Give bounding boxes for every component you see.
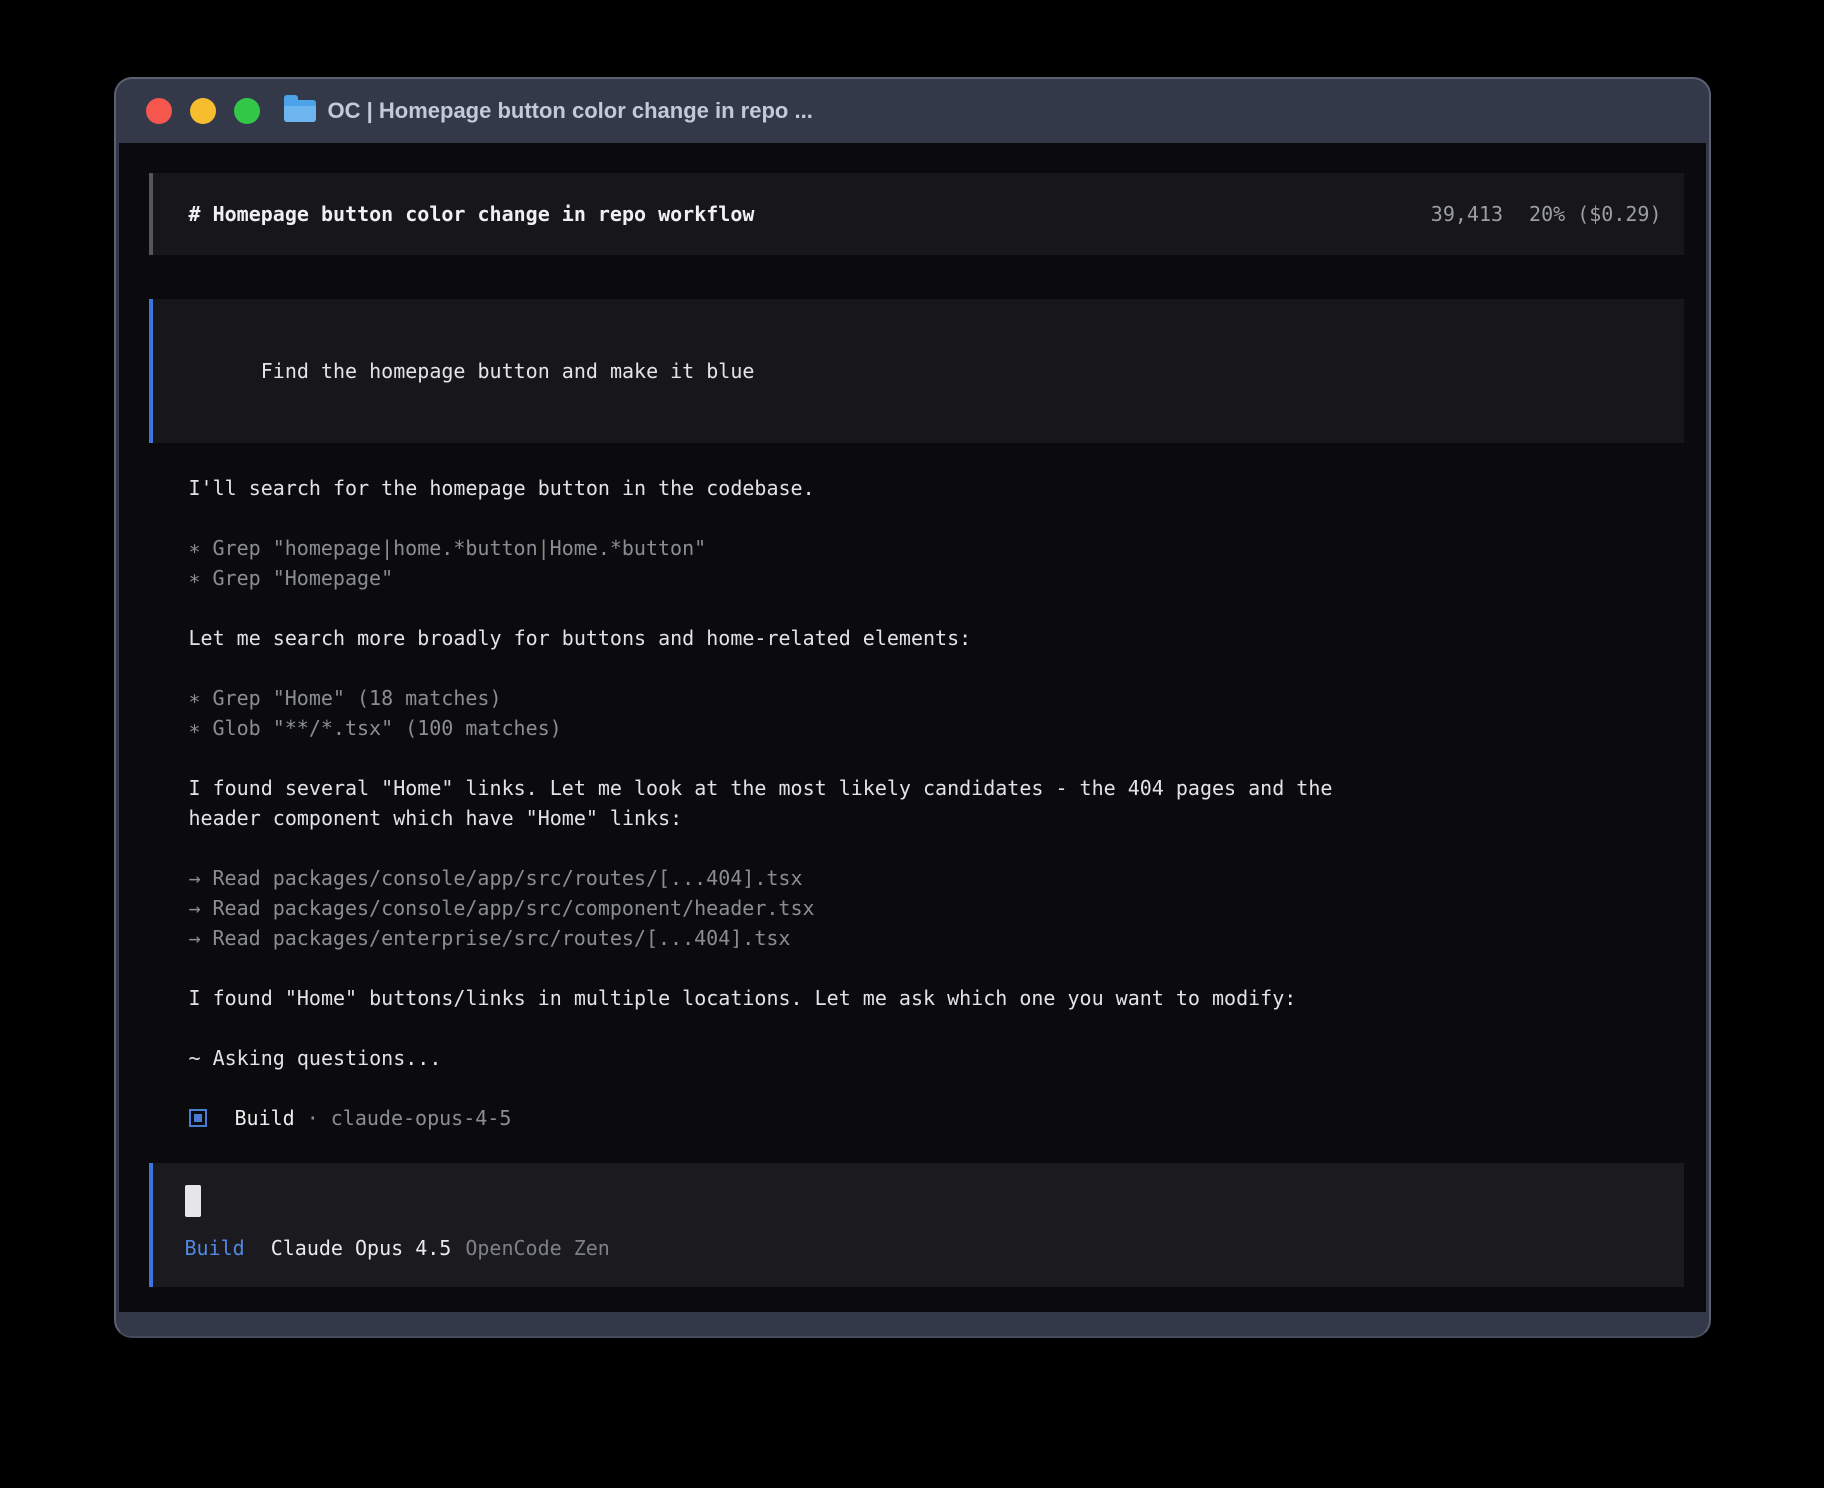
session-stats: 39,413 20% ($0.29) bbox=[1431, 199, 1662, 229]
tool-call-text: Read packages/console/app/src/routes/[..… bbox=[213, 866, 803, 890]
assistant-text-line: header component which have "Home" links… bbox=[189, 803, 1684, 833]
maximize-button[interactable] bbox=[234, 98, 260, 124]
assistant-paragraph: I found "Home" buttons/links in multiple… bbox=[189, 983, 1684, 1013]
minimize-button[interactable] bbox=[190, 98, 216, 124]
asterisk-icon: ∗ bbox=[189, 563, 213, 593]
asterisk-icon: ∗ bbox=[189, 533, 213, 563]
tool-call-text: Read packages/enterprise/src/routes/[...… bbox=[213, 926, 791, 950]
tool-call-text: Grep "Home" (18 matches) bbox=[213, 686, 502, 710]
separator-dot: · bbox=[307, 1103, 319, 1133]
assistant-text-line: Let me search more broadly for buttons a… bbox=[189, 623, 1684, 653]
user-message: Find the homepage button and make it blu… bbox=[149, 299, 1684, 443]
window-titlebar[interactable]: OC | Homepage button color change in rep… bbox=[116, 79, 1709, 143]
session-header: # Homepage button color change in repo w… bbox=[149, 173, 1684, 255]
assistant-text-line: ~ Asking questions... bbox=[189, 1043, 1684, 1073]
window-title: OC | Homepage button color change in rep… bbox=[328, 98, 813, 124]
tool-call-line: ∗Glob "**/*.tsx" (100 matches) bbox=[189, 713, 1684, 743]
assistant-paragraph: I'll search for the homepage button in t… bbox=[189, 473, 1684, 503]
tool-call-line: ∗Grep "homepage|home.*button|Home.*butto… bbox=[189, 533, 1684, 563]
close-button[interactable] bbox=[146, 98, 172, 124]
terminal-window: OC | Homepage button color change in rep… bbox=[114, 77, 1711, 1338]
assistant-paragraph: ~ Asking questions... bbox=[189, 1043, 1684, 1073]
user-message-text: Find the homepage button and make it blu… bbox=[261, 359, 755, 383]
tool-call-text: Read packages/console/app/src/component/… bbox=[213, 896, 815, 920]
arrow-icon: → bbox=[189, 923, 213, 953]
agent-model-id: claude-opus-4-5 bbox=[331, 1103, 512, 1133]
text-cursor bbox=[185, 1185, 201, 1217]
assistant-text-line: I found "Home" buttons/links in multiple… bbox=[189, 983, 1684, 1013]
tool-call-text: Grep "Homepage" bbox=[213, 566, 394, 590]
tool-call-line: →Read packages/console/app/src/routes/[.… bbox=[189, 863, 1684, 893]
active-agent[interactable]: Build bbox=[185, 1233, 245, 1263]
model-row: Build Claude Opus 4.5 OpenCode Zen bbox=[185, 1233, 1662, 1263]
session-title: # Homepage button color change in repo w… bbox=[189, 199, 755, 229]
model-provider: OpenCode Zen bbox=[465, 1233, 610, 1263]
tool-call-text: Glob "**/*.tsx" (100 matches) bbox=[213, 716, 562, 740]
conversation: I'll search for the homepage button in t… bbox=[149, 473, 1684, 1133]
active-model: Claude Opus 4.5 bbox=[271, 1233, 452, 1263]
assistant-paragraph: Let me search more broadly for buttons a… bbox=[189, 623, 1684, 653]
tool-call-line: →Read packages/enterprise/src/routes/[..… bbox=[189, 923, 1684, 953]
asterisk-icon: ∗ bbox=[189, 683, 213, 713]
tool-call-line: ∗Grep "Homepage" bbox=[189, 563, 1684, 593]
traffic-lights bbox=[146, 98, 260, 124]
token-count: 39,413 bbox=[1431, 199, 1503, 229]
tool-call-line: →Read packages/console/app/src/component… bbox=[189, 893, 1684, 923]
arrow-icon: → bbox=[189, 893, 213, 923]
assistant-text-line: I found several "Home" links. Let me loo… bbox=[189, 773, 1684, 803]
prompt-input[interactable]: Build Claude Opus 4.5 OpenCode Zen bbox=[149, 1163, 1684, 1287]
tool-call-line: ∗Grep "Home" (18 matches) bbox=[189, 683, 1684, 713]
agent-name: Build bbox=[235, 1103, 295, 1133]
window-footer bbox=[116, 1312, 1709, 1336]
context-usage: 20% ($0.29) bbox=[1529, 199, 1661, 229]
tool-call-group: →Read packages/console/app/src/routes/[.… bbox=[189, 863, 1684, 953]
assistant-paragraph: I found several "Home" links. Let me loo… bbox=[189, 773, 1684, 833]
terminal-content: # Homepage button color change in repo w… bbox=[119, 143, 1706, 1312]
square-dot-icon bbox=[189, 1109, 207, 1127]
asterisk-icon: ∗ bbox=[189, 713, 213, 743]
arrow-icon: → bbox=[189, 863, 213, 893]
assistant-text-line: I'll search for the homepage button in t… bbox=[189, 473, 1684, 503]
tool-call-group: ∗Grep "homepage|home.*button|Home.*butto… bbox=[189, 533, 1684, 593]
agent-status-line: Build · claude-opus-4-5 bbox=[189, 1103, 1684, 1133]
tool-call-group: ∗Grep "Home" (18 matches)∗Glob "**/*.tsx… bbox=[189, 683, 1684, 743]
tool-call-text: Grep "homepage|home.*button|Home.*button… bbox=[213, 536, 707, 560]
folder-icon bbox=[284, 100, 316, 122]
